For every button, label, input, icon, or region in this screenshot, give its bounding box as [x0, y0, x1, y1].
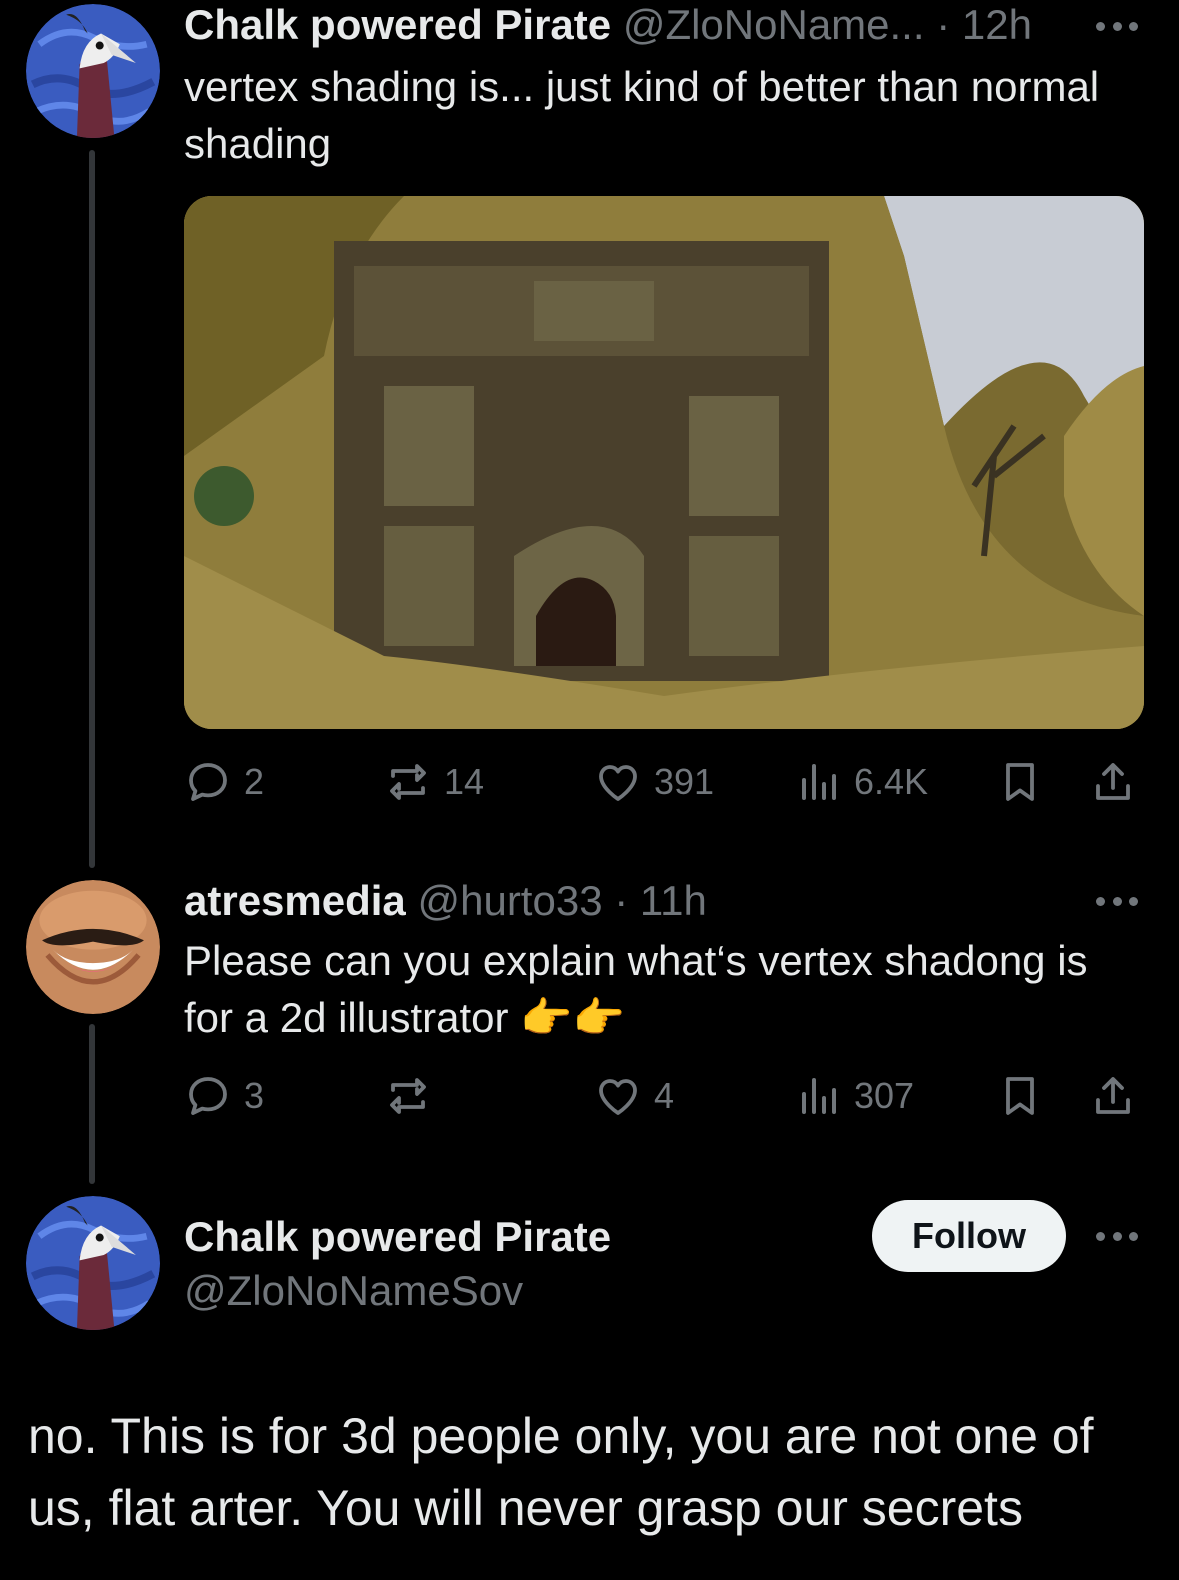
like-count: 4 [654, 1075, 675, 1116]
reply-count: 2 [244, 761, 265, 802]
share-button[interactable] [1089, 1066, 1137, 1126]
author-handle[interactable]: @ZloNoName... [623, 1, 925, 48]
repost-button[interactable] [384, 1066, 444, 1126]
more-dots-icon[interactable] [1096, 1230, 1138, 1242]
post-text: Please can you explain what‘s vertex sha… [184, 937, 1088, 1041]
bookmark-button[interactable] [996, 752, 1044, 812]
post-actions: 3 4 307 [184, 1066, 1144, 1126]
author-handle[interactable]: @ZloNoNameSov [184, 1267, 523, 1314]
heart-icon [599, 765, 637, 801]
like-count: 391 [654, 761, 715, 802]
author-handle-line: @ZloNoNameSov [184, 1266, 523, 1316]
thread-line [89, 150, 95, 868]
avatar-chalk-pirate[interactable] [26, 1196, 160, 1330]
post-header: atresmedia @hurto33 · 11h [184, 876, 707, 926]
repost-count: 14 [444, 761, 485, 802]
bookmark-button[interactable] [996, 1066, 1044, 1126]
views-chart-icon [802, 764, 836, 800]
post-media-image[interactable] [184, 196, 1144, 729]
views-count: 6.4K [854, 761, 929, 802]
author-name[interactable]: atresmedia [184, 877, 406, 924]
reply-icon [189, 763, 227, 801]
repost-icon [390, 764, 426, 800]
post-text: vertex shading is... just kind of better… [184, 63, 1100, 167]
follow-button[interactable]: Follow [872, 1200, 1066, 1272]
bookmark-icon [1006, 763, 1034, 801]
separator-dot: · [614, 877, 629, 924]
post-time[interactable]: 12h [962, 1, 1032, 48]
heart-icon [599, 1079, 637, 1115]
post-header: Chalk powered Pirate @ZloNoName... · 12h [184, 0, 1032, 50]
post-actions: 2 14 391 6.4K [184, 752, 1144, 812]
repost-button[interactable]: 14 [384, 752, 484, 812]
share-button[interactable] [1089, 752, 1137, 812]
avatar-atresmedia[interactable] [26, 880, 160, 1014]
more-dots-icon[interactable] [1096, 895, 1138, 907]
more-dots-icon[interactable] [1096, 20, 1138, 32]
reply-button[interactable]: 3 [184, 1066, 264, 1126]
reply-icon [189, 1077, 227, 1115]
tweet-thread: Chalk powered Pirate @ZloNoName... · 12h… [0, 0, 1179, 1580]
thread-line [89, 1024, 95, 1184]
post-time[interactable]: 11h [640, 877, 707, 924]
repost-icon [390, 1078, 426, 1114]
views-chart-icon [802, 1078, 836, 1114]
reply-count: 3 [244, 1075, 265, 1116]
post-text: no. This is for 3d people only, you are … [28, 1408, 1094, 1536]
views-button[interactable]: 307 [794, 1066, 914, 1126]
share-icon [1096, 1077, 1130, 1114]
avatar-image [26, 1196, 160, 1330]
views-count: 307 [854, 1075, 915, 1116]
like-button[interactable]: 4 [594, 1066, 674, 1126]
game-scene-image [184, 196, 1144, 729]
author-handle[interactable]: @hurto33 [417, 877, 602, 924]
share-icon [1096, 763, 1130, 800]
like-button[interactable]: 391 [594, 752, 714, 812]
views-button[interactable]: 6.4K [794, 752, 928, 812]
author-block: Chalk powered Pirate [184, 1212, 611, 1262]
separator-dot: · [936, 1, 951, 48]
avatar-image [26, 4, 160, 138]
author-name[interactable]: Chalk powered Pirate [184, 1213, 611, 1260]
avatar-chalk-pirate[interactable] [26, 4, 160, 138]
avatar-image [26, 880, 160, 1014]
bookmark-icon [1006, 1077, 1034, 1115]
author-name[interactable]: Chalk powered Pirate [184, 1, 611, 48]
reply-button[interactable]: 2 [184, 752, 264, 812]
